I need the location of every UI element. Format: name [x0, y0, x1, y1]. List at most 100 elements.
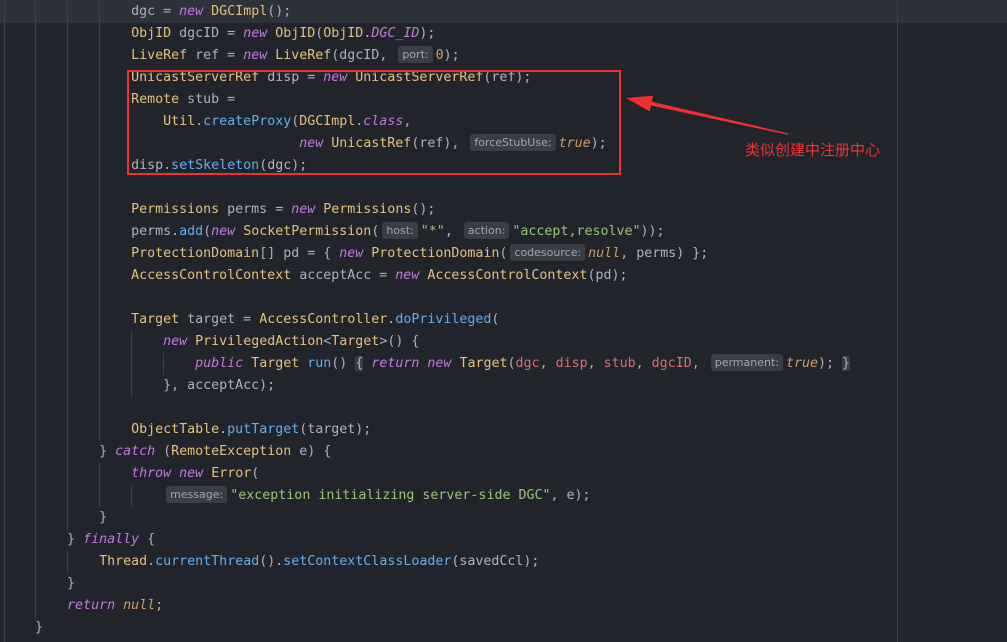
type-token: SocketPermission	[243, 224, 372, 239]
keyword-token: return	[67, 598, 116, 613]
code-token: (	[499, 246, 508, 261]
code-token: {	[139, 532, 156, 547]
code-token: ,	[635, 356, 652, 371]
code-line[interactable]: ObjectTable.putTarget(target);	[3, 419, 371, 441]
code-token: target =	[179, 312, 260, 327]
type-token: ObjectTable	[131, 422, 220, 437]
code-token: ref =	[187, 48, 244, 63]
method-token: run	[307, 356, 332, 371]
keyword-token: new	[211, 224, 236, 239]
code-token: dgc =	[3, 4, 180, 19]
type-token: AccessController	[259, 312, 388, 327]
type-token: Error	[211, 466, 252, 481]
code-line[interactable]: }	[3, 573, 75, 595]
string-literal: "accept,resolve"	[512, 224, 641, 239]
keyword-token: new	[291, 202, 316, 217]
type-token: DGCImpl	[211, 4, 268, 19]
keyword-token: new	[339, 246, 364, 261]
code-token: ();	[267, 4, 292, 19]
keyword-token: new	[427, 356, 452, 371]
code-token: }	[3, 576, 76, 591]
code-line[interactable]: dgc = new DGCImpl();	[3, 1, 291, 23]
code-token: );	[818, 356, 843, 371]
code-line[interactable]: }, acceptAcc);	[3, 375, 275, 397]
string-literal: "*"	[420, 224, 445, 239]
code-line[interactable]: }	[3, 507, 107, 529]
type-token: ObjID	[275, 26, 316, 41]
code-line[interactable]: throw new Error(	[3, 463, 259, 485]
method-token: add	[179, 224, 204, 239]
code-line[interactable]: ProtectionDomain[] pd = { new Protection…	[3, 243, 708, 265]
keyword-token: new	[179, 4, 204, 19]
code-line[interactable]: LiveRef ref = new LiveRef(dgcID, port: 0)…	[3, 45, 460, 67]
code-token: );	[443, 48, 460, 63]
inlay-hint: permanent:	[710, 354, 783, 371]
code-line[interactable]: ObjID dgcID = new ObjID(ObjID.DGC_ID);	[3, 23, 435, 45]
code-line[interactable]: perms.add(new SocketPermission(host: "*",…	[3, 221, 665, 243]
code-token: >() {	[379, 334, 420, 349]
code-token: acceptAcc =	[291, 268, 396, 283]
code-line[interactable]: }	[3, 617, 43, 639]
annotation-label: 类似创建中注册中心	[745, 141, 881, 159]
keyword-token: public	[195, 356, 244, 371]
code-token: ()	[331, 356, 356, 371]
code-token: ;	[155, 598, 164, 613]
code-line[interactable]: message: "exception initializing server-s…	[3, 485, 591, 507]
code-line[interactable]: AccessControlContext acceptAcc = new Acc…	[3, 265, 627, 287]
code-token: , perms) };	[620, 246, 709, 261]
type-token: Permissions	[323, 202, 412, 217]
inlay-hint: message:	[166, 486, 228, 503]
type-token: Target	[251, 356, 300, 371]
method-token: doPrivileged	[395, 312, 492, 327]
code-token: , e);	[550, 488, 591, 503]
keyword-token: finally	[83, 532, 140, 547]
literal-token: null	[588, 246, 621, 261]
type-token: AccessControlContext	[427, 268, 588, 283]
code-line[interactable]: public Target run() { return new Target(…	[3, 353, 851, 375]
annotation-box	[127, 70, 621, 175]
code-token: (pd);	[587, 268, 628, 283]
code-token: perms.	[3, 224, 180, 239]
code-token: ));	[640, 224, 665, 239]
variable-token: dgcID	[651, 356, 692, 371]
code-token: ,	[539, 356, 556, 371]
inlay-hint: action:	[463, 222, 510, 239]
code-line[interactable]: new PrivilegedAction<Target>() {	[3, 331, 419, 353]
keyword-token: new	[243, 26, 268, 41]
code-token: [] pd = {	[259, 246, 340, 261]
code-token: (dgcID,	[331, 48, 396, 63]
code-token: ,	[691, 356, 708, 371]
keyword-token: new	[243, 48, 268, 63]
code-token: }	[3, 620, 44, 635]
literal-token: null	[123, 598, 156, 613]
type-token: Target	[131, 312, 180, 327]
code-line[interactable]: } catch (RemoteException e) {	[3, 441, 331, 463]
code-token: ,	[444, 224, 461, 239]
code-line[interactable]: Target target = AccessController.doPrivi…	[3, 309, 499, 331]
code-token: ().	[259, 554, 284, 569]
type-token: LiveRef	[275, 48, 332, 63]
code-line[interactable]: Thread.currentThread().setContextClassLo…	[3, 551, 539, 573]
type-token: Thread	[99, 554, 148, 569]
code-line[interactable]: } finally {	[3, 529, 155, 551]
code-line[interactable]: Permissions perms = new Permissions();	[3, 199, 435, 221]
method-token: putTarget	[227, 422, 300, 437]
code-token: (	[491, 312, 500, 327]
type-token: Permissions	[131, 202, 220, 217]
code-line[interactable]: return null;	[3, 595, 163, 617]
